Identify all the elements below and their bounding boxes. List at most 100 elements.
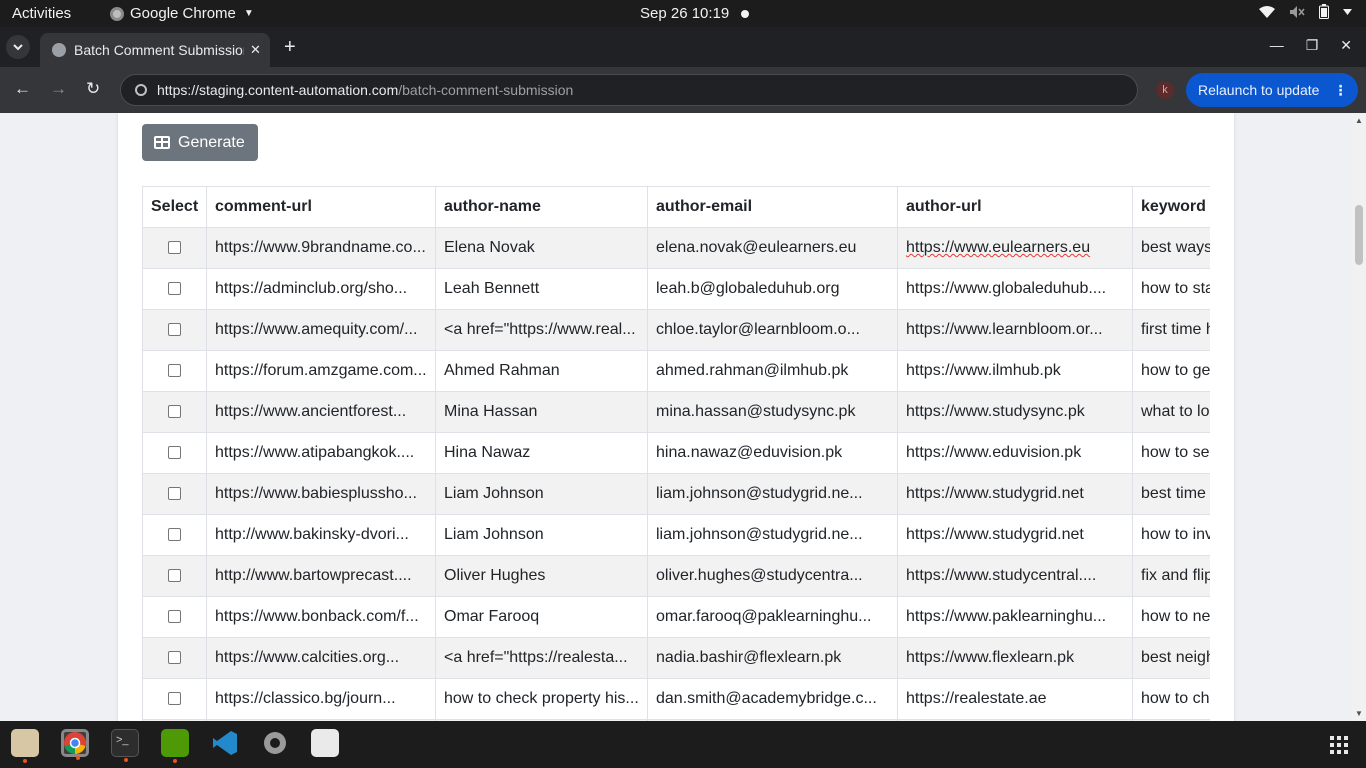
cell-author-url: https://www.studycentral.... <box>897 555 1133 597</box>
app-menu-label: Google Chrome <box>130 5 236 22</box>
chrome-icon[interactable] <box>61 729 89 760</box>
reload-icon[interactable]: ↻ <box>86 79 100 99</box>
table-row[interactable]: https://classico.bg/journ... how to check… <box>142 678 1210 720</box>
table-row[interactable]: http://www.bakinsky-dvori... Liam Johnson… <box>142 514 1210 556</box>
maximize-icon[interactable]: ❐ <box>1306 37 1319 54</box>
cell-author-name: Liam Johnson <box>435 473 648 515</box>
scroll-up-icon[interactable]: ▲ <box>1355 116 1363 125</box>
cell-author-url: https://realestate.ae <box>897 678 1133 720</box>
dock: >_ <box>0 721 1366 768</box>
cell-author-url: https://www.ilmhub.pk <box>897 350 1133 392</box>
row-select-checkbox[interactable] <box>168 405 181 419</box>
cell-keyword: how to inv <box>1132 514 1210 556</box>
table-row[interactable]: https://www.bonback.com/f... Omar Farooq o… <box>142 596 1210 638</box>
row-select-checkbox[interactable] <box>168 610 181 624</box>
tab-title: Batch Comment Submission <box>74 42 244 58</box>
row-select-checkbox[interactable] <box>168 528 181 542</box>
activities-button[interactable]: Activities <box>12 5 71 22</box>
column-header-comment-url[interactable]: comment-url <box>206 186 436 228</box>
table-header-row: Select comment-url author-name author-em… <box>142 186 1210 228</box>
cell-keyword: best time <box>1132 473 1210 515</box>
row-select-checkbox[interactable] <box>168 364 181 378</box>
table-row[interactable]: https://www.ancientforest... Mina Hassan m… <box>142 391 1210 433</box>
scroll-down-icon[interactable]: ▼ <box>1355 709 1363 718</box>
table-row[interactable]: https://www.babiesplussho... Liam Johnson… <box>142 473 1210 515</box>
row-select-checkbox[interactable] <box>168 282 181 296</box>
image-editor-icon[interactable] <box>161 729 189 763</box>
screenshot-icon[interactable] <box>311 729 339 757</box>
comments-table-container[interactable]: Select comment-url author-name author-em… <box>142 186 1210 721</box>
close-window-icon[interactable]: ✕ <box>1340 37 1352 54</box>
tab-search-button[interactable] <box>6 35 30 59</box>
row-select-checkbox[interactable] <box>168 241 181 255</box>
column-header-author-url[interactable]: author-url <box>897 186 1133 228</box>
column-header-select[interactable]: Select <box>142 186 207 228</box>
cell-author-name: Liam Johnson <box>435 514 648 556</box>
forward-icon[interactable]: → <box>50 79 67 99</box>
new-tab-button[interactable]: + <box>284 36 296 59</box>
url-host: https://staging.content-automation.com <box>157 82 399 98</box>
table-row[interactable]: https://forum.amzgame.com... Ahmed Rahman… <box>142 350 1210 392</box>
profile-avatar[interactable]: k <box>1156 81 1174 99</box>
cell-comment-url: https://www.babiesplussho... <box>206 473 436 515</box>
vscode-icon[interactable] <box>211 729 239 757</box>
row-select-checkbox[interactable] <box>168 487 181 501</box>
row-select-checkbox[interactable] <box>168 651 181 665</box>
more-menu-icon[interactable]: ⋮ <box>1333 82 1347 99</box>
system-tray[interactable] <box>1259 4 1352 19</box>
cell-keyword: best neigh <box>1132 637 1210 679</box>
chrome-logo-icon <box>64 732 86 754</box>
cell-comment-url: http://www.bakinsky-dvori... <box>206 514 436 556</box>
table-row[interactable]: https://www.amequity.com/... <a href="htt… <box>142 309 1210 351</box>
close-tab-icon[interactable]: ✕ <box>250 42 261 58</box>
row-select-checkbox[interactable] <box>168 569 181 583</box>
cell-author-url: https://www.studygrid.net <box>897 514 1133 556</box>
row-select-checkbox[interactable] <box>168 323 181 337</box>
minimize-icon[interactable]: — <box>1270 37 1284 54</box>
scrollbar-thumb[interactable] <box>1355 205 1363 265</box>
terminal-icon[interactable]: >_ <box>111 729 139 762</box>
table-row[interactable]: https://www.atipabangkok.... Hina Nawaz hi… <box>142 432 1210 474</box>
table-row[interactable]: https://www.calcities.org... <a href="htt… <box>142 637 1210 679</box>
files-icon[interactable] <box>11 729 39 763</box>
settings-icon[interactable] <box>261 729 289 757</box>
table-row[interactable]: http://www.bartowprecast.... Oliver Hughe… <box>142 555 1210 597</box>
cell-author-name: Hina Nawaz <box>435 432 648 474</box>
url-path: /batch-comment-submission <box>398 82 574 98</box>
row-select-cell <box>142 268 207 310</box>
show-apps-icon[interactable] <box>1330 736 1352 754</box>
column-header-keyword[interactable]: keyword <box>1132 186 1210 228</box>
cell-comment-url: https://www.ancientforest... <box>206 391 436 433</box>
clock[interactable]: Sep 26 10:19 <box>640 5 750 22</box>
cell-keyword: best ways <box>1132 227 1210 269</box>
row-select-checkbox[interactable] <box>168 446 181 460</box>
comments-table: Select comment-url author-name author-em… <box>142 186 1210 721</box>
wifi-icon <box>1259 5 1275 18</box>
running-indicator <box>76 756 80 760</box>
cell-author-url: https://www.eduvision.pk <box>897 432 1133 474</box>
cell-keyword: how to sta <box>1132 268 1210 310</box>
running-indicator <box>173 759 177 763</box>
page-scrollbar[interactable]: ▲ ▼ <box>1352 113 1366 721</box>
column-header-author-name[interactable]: author-name <box>435 186 648 228</box>
row-select-checkbox[interactable] <box>168 692 181 706</box>
cell-author-email: oliver.hughes@studycentra... <box>647 555 898 597</box>
back-icon[interactable]: ← <box>14 79 31 99</box>
cell-author-name: Ahmed Rahman <box>435 350 648 392</box>
cell-author-name: <a href="https://www.real... <box>435 309 648 351</box>
running-indicator <box>23 759 27 763</box>
table-row[interactable]: https://adminclub.org/sho... Leah Bennett… <box>142 268 1210 310</box>
tab-batch-comment-submission[interactable]: Batch Comment Submission ✕ <box>40 33 270 67</box>
cell-comment-url: https://www.9brandname.co... <box>206 227 436 269</box>
table-row[interactable]: https://www.9brandname.co... Elena Novak e… <box>142 227 1210 269</box>
row-select-cell <box>142 432 207 474</box>
cell-author-url: https://www.paklearninghu... <box>897 596 1133 638</box>
generate-button[interactable]: Generate <box>142 124 258 161</box>
address-bar[interactable]: https://staging.content-automation.com/b… <box>120 74 1138 106</box>
relaunch-to-update-button[interactable]: Relaunch to update ⋮ <box>1186 73 1358 107</box>
column-header-author-email[interactable]: author-email <box>647 186 898 228</box>
site-info-icon[interactable] <box>135 84 147 96</box>
cell-author-url: https://www.globaleduhub.... <box>897 268 1133 310</box>
cell-comment-url: http://www.bartowprecast.... <box>206 555 436 597</box>
app-menu[interactable]: Google Chrome ▼ <box>110 5 254 22</box>
